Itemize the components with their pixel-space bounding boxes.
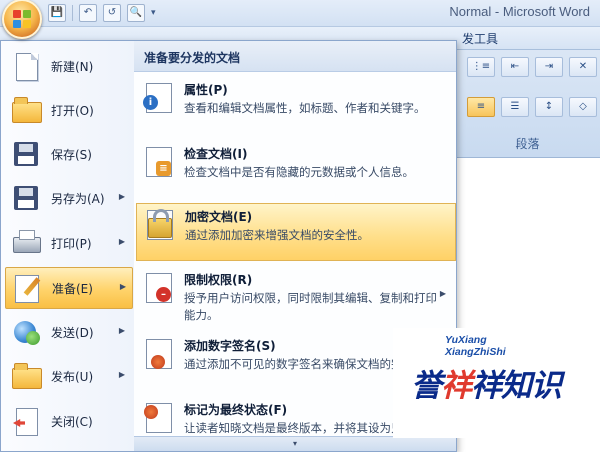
save-icon[interactable]: 💾: [48, 4, 66, 22]
submenu-item-desc: 检查文档中是否有隐藏的元数据或个人信息。: [184, 165, 414, 179]
prepare-pencil-icon: [12, 273, 42, 303]
menu-item-label: 打印(P): [51, 236, 92, 251]
office-menu: 新建(N) 打开(O) 保存(S) 另存为(A) ▶ 打印(P) ▶ 准备(E)…: [0, 40, 457, 452]
ribbon-row: ⋮≡ ⇤ ⇥ ✕: [467, 57, 597, 77]
watermark-subtitle: YuXiang XiangZhiShi: [445, 334, 506, 358]
submenu-arrow-icon: ▶: [118, 192, 125, 201]
submenu-arrow-icon: ▶: [439, 289, 446, 298]
menu-item-label: 发布(U): [51, 369, 94, 384]
menu-item-label: 保存(S): [51, 147, 92, 162]
paragraph-group: ⋮≡ ⇤ ⇥ ✕ ≡ ☰ ↕ ◇ 段落: [455, 57, 600, 157]
customize-qat-chevron-icon[interactable]: ▾: [151, 8, 156, 18]
close-document-icon: [11, 406, 41, 436]
shading-icon[interactable]: ◇: [569, 97, 597, 117]
print-preview-icon[interactable]: 🔍: [127, 4, 145, 22]
properties-icon: i: [142, 81, 176, 115]
redo-icon[interactable]: ↺: [103, 4, 121, 22]
submenu-item-desc: 授予用户访问权限，同时限制其编辑、复制和打印能力。: [184, 291, 437, 322]
submenu-scroll-down-button[interactable]: ▾: [134, 436, 456, 451]
submenu-arrow-icon: ▶: [118, 237, 125, 246]
group-label: 段落: [515, 137, 540, 151]
tab-developer[interactable]: 发工具: [462, 30, 498, 47]
open-folder-icon: [11, 95, 42, 125]
mark-final-icon: [142, 401, 176, 435]
decrease-indent-icon[interactable]: ⇤: [501, 57, 529, 77]
separator: [72, 5, 73, 21]
menu-item-label: 关闭(C): [51, 414, 93, 429]
watermark-title: 誉祥祥知识: [411, 360, 562, 405]
watermark-char: 祥: [441, 368, 472, 404]
justify-icon[interactable]: ≡: [467, 97, 495, 117]
save-as-icon: [11, 183, 41, 213]
restrict-permission-icon: –: [142, 271, 176, 305]
menu-item-publish[interactable]: 发布(U) ▶: [5, 356, 131, 396]
menu-item-label: 准备(E): [52, 281, 93, 296]
undo-icon[interactable]: ↶: [79, 4, 97, 22]
increase-indent-icon[interactable]: ⇥: [535, 57, 563, 77]
watermark-char: 誉: [411, 368, 442, 404]
new-document-icon: [11, 51, 41, 81]
printer-icon: [11, 228, 41, 258]
submenu-item-encrypt[interactable]: 加密文档(E) 通过添加加密来增强文档的安全性。: [136, 203, 456, 261]
submenu-header-title: 准备要分发的文档: [144, 51, 241, 65]
quick-access-toolbar: 💾 ↶ ↺ 🔍 ▾: [48, 4, 156, 22]
chinese-layout-icon[interactable]: ✕: [569, 57, 597, 77]
office-menu-commands: 新建(N) 打开(O) 保存(S) 另存为(A) ▶ 打印(P) ▶ 准备(E)…: [1, 41, 135, 451]
submenu-item-properties[interactable]: i 属性(P) 查看和编辑文档属性，如标题、作者和关键字。: [136, 77, 454, 137]
ribbon-row: ≡ ☰ ↕ ◇: [467, 97, 597, 117]
watermark-sub-line: YuXiang: [445, 334, 487, 346]
submenu-item-title: 限制权限(R): [184, 273, 253, 287]
menu-item-label: 发送(D): [51, 325, 94, 340]
submenu-item-inspect[interactable]: ≡ 检查文档(I) 检查文档中是否有隐藏的元数据或个人信息。: [136, 141, 454, 197]
menu-item-save[interactable]: 保存(S): [5, 134, 131, 174]
submenu-arrow-icon: ▶: [118, 370, 125, 379]
watermark-chars: 祥知识: [471, 368, 562, 404]
menu-item-new[interactable]: 新建(N): [5, 46, 131, 86]
submenu-item-title: 加密文档(E): [185, 210, 253, 224]
watermark-sub-line: XiangZhiShi: [445, 346, 506, 358]
save-floppy-icon: [11, 139, 41, 169]
menu-item-prepare[interactable]: 准备(E) ▶: [5, 267, 133, 309]
encrypt-lock-icon: [143, 208, 177, 242]
submenu-item-desc: 通过添加加密来增强文档的安全性。: [185, 228, 369, 242]
submenu-item-restrict-permission[interactable]: – 限制权限(R) 授予用户访问权限，同时限制其编辑、复制和打印能力。 ▶: [136, 267, 454, 327]
menu-item-close[interactable]: 关闭(C): [5, 401, 131, 441]
submenu-header: 准备要分发的文档: [134, 41, 456, 72]
publish-icon: [11, 361, 42, 391]
menu-item-print[interactable]: 打印(P) ▶: [5, 223, 131, 263]
menu-item-label: 另存为(A): [51, 191, 105, 206]
menu-item-open[interactable]: 打开(O): [5, 90, 131, 130]
menu-item-label: 新建(N): [51, 59, 94, 74]
multilevel-list-icon[interactable]: ⋮≡: [467, 57, 495, 77]
digital-signature-icon: [142, 337, 176, 371]
submenu-item-title: 检查文档(I): [184, 147, 248, 161]
watermark-logo: YuXiang XiangZhiShi 誉祥祥知识: [393, 328, 583, 438]
inspect-document-icon: ≡: [142, 145, 176, 179]
line-spacing-icon[interactable]: ↕: [535, 97, 563, 117]
menu-item-save-as[interactable]: 另存为(A) ▶: [5, 178, 131, 218]
office-logo-icon: [13, 10, 31, 28]
menu-item-label: 打开(O): [51, 103, 94, 118]
window-title: Normal - Microsoft Word: [449, 4, 590, 19]
submenu-arrow-icon: ▶: [118, 326, 125, 335]
send-icon: [11, 317, 41, 347]
title-bar: 💾 ↶ ↺ 🔍 ▾ Normal - Microsoft Word: [0, 0, 600, 27]
office-button[interactable]: [2, 0, 42, 39]
menu-item-send[interactable]: 发送(D) ▶: [5, 312, 131, 352]
submenu-item-desc: 查看和编辑文档属性，如标题、作者和关键字。: [184, 101, 426, 115]
distributed-icon[interactable]: ☰: [501, 97, 529, 117]
submenu-arrow-icon: ▶: [119, 282, 126, 291]
submenu-item-title: 属性(P): [184, 83, 228, 97]
